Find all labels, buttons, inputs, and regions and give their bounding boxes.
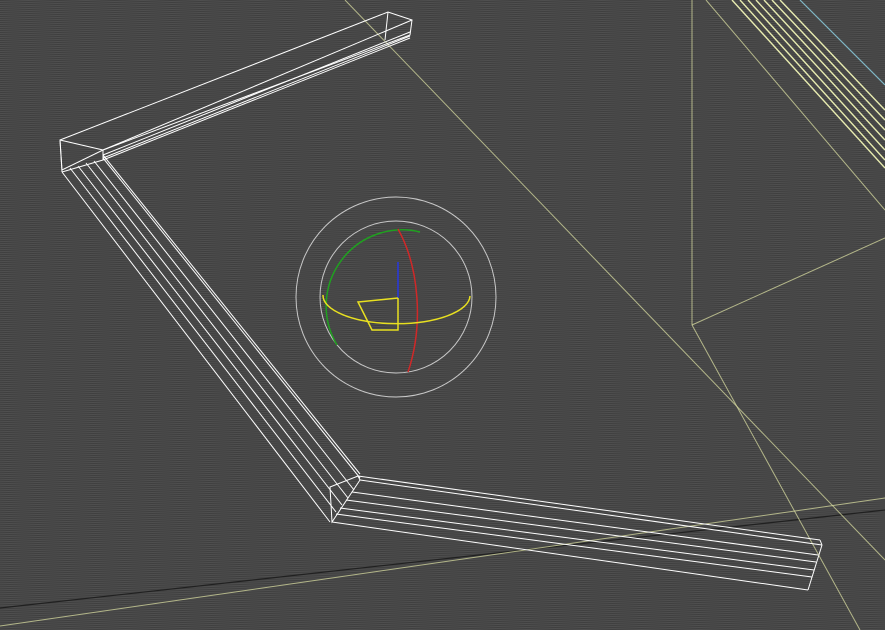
3d-viewport[interactable] (0, 0, 885, 630)
viewport-canvas[interactable] (0, 0, 885, 630)
